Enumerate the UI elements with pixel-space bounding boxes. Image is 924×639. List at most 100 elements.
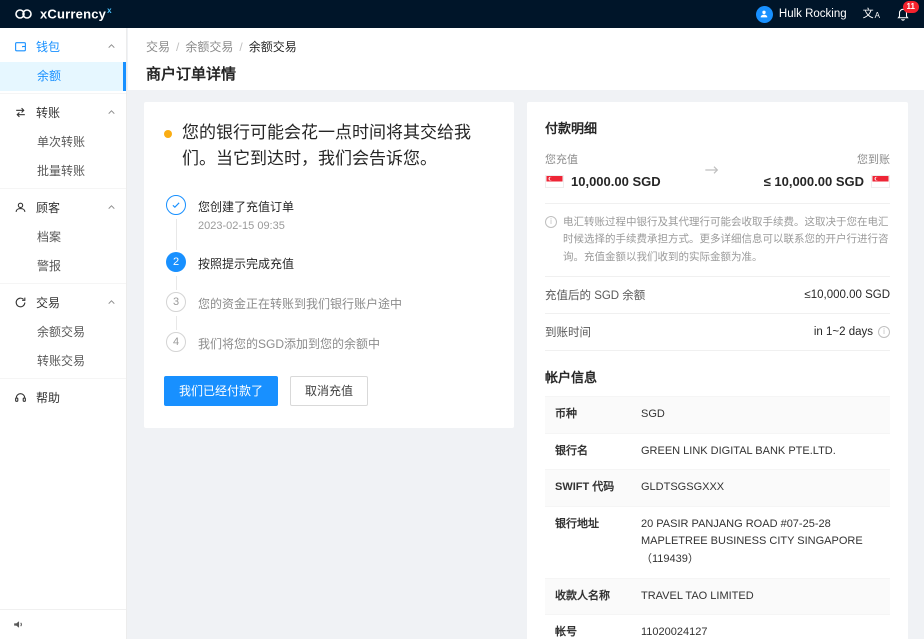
account-field-label: 帐号 — [545, 615, 637, 639]
fee-disclaimer: i 电汇转账过程中银行及其代理行可能会收取手续费。这取决于您在电汇时候选择的手续… — [545, 204, 890, 277]
row-label: 到账时间 — [545, 324, 591, 340]
deposit-label: 您充值 — [545, 151, 661, 167]
step-number-icon: 3 — [166, 292, 186, 312]
sidebar-group-label: 顾客 — [36, 199, 107, 216]
step-title: 按照提示完成充值 — [198, 252, 494, 272]
account-field-label: SWIFT 代码 — [545, 470, 637, 506]
sidebar-group-label: 交易 — [36, 294, 107, 311]
logo-text: xCurrencyx — [40, 6, 112, 21]
sidebar-item-batch-transfer[interactable]: 批量转账 — [0, 157, 126, 186]
sidebar-group: 钱包 余额 — [0, 28, 126, 94]
account-field-value: TRAVEL TAO LIMITED — [637, 579, 890, 615]
breadcrumb: 交易 / 余额交易 / 余额交易 — [146, 38, 906, 55]
payment-details-card: 付款明细 您充值 10,000.00 SGD 您到账 ≤ 10,000.00 S… — [527, 102, 908, 639]
wallet-icon — [14, 39, 28, 53]
transfer-icon — [14, 105, 28, 119]
account-field-value: GREEN LINK DIGITAL BANK PTE.LTD. — [637, 434, 890, 470]
sidebar-group: 交易 余额交易 转账交易 — [0, 284, 126, 379]
app-root: xCurrencyx Hulk Rocking 文A 11 — [0, 0, 924, 639]
balance-after-row: 充值后的 SGD 余额 ≤10,000.00 SGD — [545, 277, 890, 314]
receive-label: 您到账 — [857, 151, 890, 167]
row-value: in 1~2 days i — [814, 326, 890, 338]
step-order-created: 您创建了充值订单 2023-02-15 09:35 — [166, 195, 494, 252]
sidebar-group-transactions[interactable]: 交易 — [0, 286, 126, 318]
page-header: 交易 / 余额交易 / 余额交易 商户订单详情 — [128, 28, 924, 90]
chevron-up-icon — [107, 42, 116, 51]
step-title: 您的资金正在转账到我们银行账户途中 — [198, 292, 494, 312]
singapore-flag-icon — [545, 175, 564, 188]
logo: xCurrencyx — [14, 6, 112, 21]
paid-confirm-button[interactable]: 我们已经付款了 — [164, 376, 278, 406]
sidebar-group-help[interactable]: 帮助 — [0, 381, 126, 413]
sidebar-item-alerts[interactable]: 警报 — [0, 252, 126, 281]
breadcrumb-separator: / — [239, 40, 242, 54]
info-icon[interactable]: i — [878, 326, 890, 338]
step-title: 您创建了充值订单 — [198, 195, 494, 215]
check-circle-icon — [166, 195, 186, 215]
user-menu[interactable]: Hulk Rocking — [756, 6, 847, 23]
table-row: SWIFT 代码 GLDTSGSGXXX — [545, 470, 890, 507]
recharge-steps: 您创建了充值订单 2023-02-15 09:35 2 按照提示完成充值 3 您… — [166, 195, 494, 352]
step-number-icon: 4 — [166, 332, 186, 352]
sidebar-group: 转账 单次转账 批量转账 — [0, 94, 126, 189]
topbar: xCurrencyx Hulk Rocking 文A 11 — [0, 0, 924, 28]
sidebar-group: 顾客 档案 警报 — [0, 189, 126, 284]
account-field-label: 币种 — [545, 397, 637, 433]
user-name: Hulk Rocking — [779, 8, 847, 20]
headset-icon — [14, 390, 28, 404]
sidebar-item-single-transfer[interactable]: 单次转账 — [0, 128, 126, 157]
account-info-table: 币种 SGD 银行名 GREEN LINK DIGITAL BANK PTE.L… — [545, 396, 890, 639]
content: 您的银行可能会花一点时间将其交给我们。当它到达时，我们会告诉您。 您创建了充值订… — [128, 90, 924, 639]
chevron-up-icon — [107, 203, 116, 212]
table-row: 银行名 GREEN LINK DIGITAL BANK PTE.LTD. — [545, 434, 890, 471]
row-value: ≤10,000.00 SGD — [804, 289, 890, 301]
sidebar-item-profiles[interactable]: 档案 — [0, 223, 126, 252]
receive-amount: ≤ 10,000.00 SGD — [764, 174, 890, 189]
sidebar-group-wallet[interactable]: 钱包 — [0, 30, 126, 62]
sidebar-group-label: 转账 — [36, 104, 107, 121]
account-info-title: 帐户信息 — [545, 367, 890, 386]
notice-text: 您的银行可能会花一点时间将其交给我们。当它到达时，我们会告诉您。 — [182, 120, 494, 173]
avatar — [756, 6, 773, 23]
sidebar-menu: 钱包 余额 转账 单次转账 批量转账 — [0, 28, 126, 609]
step-funds-in-transit: 3 您的资金正在转账到我们银行账户途中 — [166, 292, 494, 332]
exchange-summary: 您充值 10,000.00 SGD 您到账 ≤ 10,000.00 SGD — [545, 151, 890, 204]
account-field-value: 11020024127 — [637, 615, 890, 639]
info-icon: i — [545, 216, 557, 228]
deposit-column: 您充值 10,000.00 SGD — [545, 151, 661, 189]
infinity-logo-icon — [14, 8, 34, 20]
speaker-icon[interactable] — [12, 618, 25, 631]
singapore-flag-icon — [871, 175, 890, 188]
language-switch-icon[interactable]: 文A — [863, 9, 880, 20]
sidebar-group-label: 钱包 — [36, 38, 107, 55]
step-title: 我们将您的SGD添加到您的余额中 — [198, 332, 494, 352]
chevron-up-icon — [107, 108, 116, 117]
customer-icon — [14, 200, 28, 214]
cancel-recharge-button[interactable]: 取消充值 — [290, 376, 368, 406]
sidebar-group: 帮助 — [0, 379, 126, 415]
step-timestamp: 2023-02-15 09:35 — [198, 220, 494, 232]
notifications-bell[interactable]: 11 — [896, 7, 910, 21]
account-field-value: SGD — [637, 397, 890, 433]
sidebar-item-balance[interactable]: 余额 — [0, 62, 126, 91]
bank-delay-notice: 您的银行可能会花一点时间将其交给我们。当它到达时，我们会告诉您。 — [164, 120, 494, 173]
breadcrumb-balance-transactions[interactable]: 余额交易 — [185, 38, 233, 55]
sidebar-group-transfer[interactable]: 转账 — [0, 96, 126, 128]
payment-details-title: 付款明细 — [545, 118, 890, 137]
sidebar-item-transfer-transactions[interactable]: 转账交易 — [0, 347, 126, 376]
chevron-up-icon — [107, 298, 116, 307]
table-row: 收款人名称 TRAVEL TAO LIMITED — [545, 579, 890, 616]
sidebar-item-balance-transactions[interactable]: 余额交易 — [0, 318, 126, 347]
step-complete-recharge: 2 按照提示完成充值 — [166, 252, 494, 292]
account-field-label: 收款人名称 — [545, 579, 637, 615]
recharge-progress-card: 您的银行可能会花一点时间将其交给我们。当它到达时，我们会告诉您。 您创建了充值订… — [144, 102, 514, 428]
receive-column: 您到账 ≤ 10,000.00 SGD — [764, 151, 890, 189]
account-field-label: 银行名 — [545, 434, 637, 470]
sidebar-group-customers[interactable]: 顾客 — [0, 191, 126, 223]
breadcrumb-separator: / — [176, 40, 179, 54]
breadcrumb-transactions[interactable]: 交易 — [146, 38, 170, 55]
topbar-actions: Hulk Rocking 文A 11 — [756, 6, 910, 23]
logo-superscript: x — [107, 6, 112, 15]
deposit-amount: 10,000.00 SGD — [545, 174, 661, 189]
action-buttons: 我们已经付款了 取消充值 — [164, 376, 494, 406]
